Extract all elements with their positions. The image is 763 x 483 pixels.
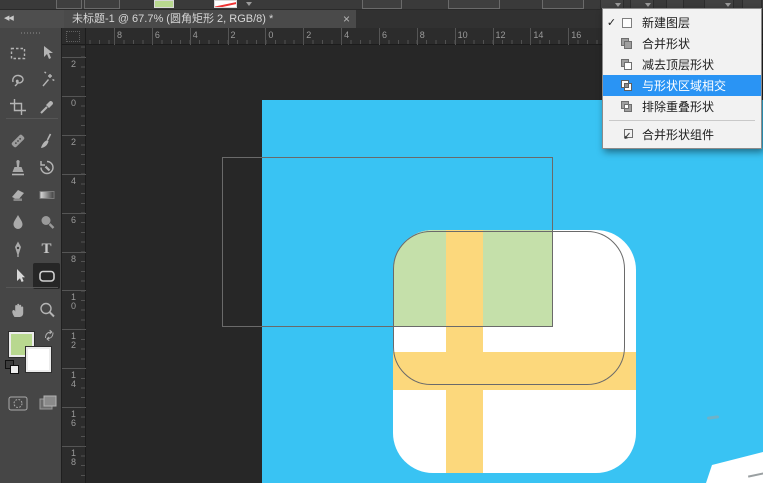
zoom-tool[interactable] [33, 297, 60, 323]
rectangle-path-outline [222, 157, 553, 327]
swap-colors-icon[interactable] [43, 329, 56, 347]
menu-item-combine-shapes[interactable]: 合并形状 [603, 33, 761, 54]
dodge-tool[interactable] [33, 209, 60, 235]
exclude-overlapping-shapes-icon [620, 99, 635, 114]
hand-tool[interactable] [4, 297, 31, 323]
gradient-tool[interactable] [33, 182, 60, 208]
brush-tool[interactable] [33, 128, 60, 154]
menu-separator [609, 120, 755, 121]
clone-stamp-tool[interactable] [4, 155, 31, 181]
menu-item-label: 合并形状组件 [642, 126, 714, 143]
new-layer-icon [620, 15, 635, 30]
path-operations-menu: ✓ 新建图层 合并形状 减去顶层形状 与形状区域相交 排除重叠形状 [602, 8, 762, 149]
default-colors-icon[interactable] [5, 360, 21, 376]
ruler-origin-corner[interactable] [62, 28, 86, 45]
intersect-shape-areas-icon [620, 78, 635, 93]
shape-fill-swatch[interactable] [154, 0, 174, 8]
stroke-width-box[interactable] [362, 0, 402, 9]
document-tab[interactable]: 未标题-1 @ 67.7% (圆角矩形 2, RGB/8) * × [64, 10, 356, 28]
combine-shapes-icon [620, 36, 635, 51]
lasso-tool[interactable] [4, 67, 31, 93]
menu-item-subtract-front-shape[interactable]: 减去顶层形状 [603, 54, 761, 75]
subtract-front-shape-icon [620, 57, 635, 72]
menu-item-label: 新建图层 [642, 14, 690, 31]
eyedropper-tool[interactable] [33, 94, 60, 120]
document-tab-title: 未标题-1 @ 67.7% (圆角矩形 2, RGB/8) * [72, 13, 273, 25]
width-field-box[interactable] [448, 0, 500, 9]
eraser-tool[interactable] [4, 182, 31, 208]
collapse-panels-button[interactable]: ◀◀ [0, 10, 64, 28]
shape-stroke-swatch[interactable] [214, 0, 237, 8]
pen-tool[interactable] [4, 236, 31, 262]
panel-grip-icon[interactable] [21, 32, 41, 34]
color-widget [0, 328, 62, 388]
menu-item-label: 合并形状 [642, 35, 690, 52]
rounded-rectangle-tool[interactable] [33, 263, 60, 289]
menu-item-label: 与形状区域相交 [642, 77, 726, 94]
tool-group-separator [6, 118, 58, 119]
type-tool-glyph: T [41, 241, 51, 258]
ruler-vertical[interactable]: 2024681012141618 [62, 45, 86, 483]
rectangular-marquee-tool[interactable] [4, 40, 31, 66]
history-brush-tool[interactable] [33, 155, 60, 181]
crop-tool[interactable] [4, 94, 31, 120]
type-tool[interactable]: T [33, 236, 60, 262]
spot-healing-brush-tool[interactable] [4, 128, 31, 154]
photoshop-window: ◀◀ 未标题-1 @ 67.7% (圆角矩形 2, RGB/8) * × 864… [0, 0, 763, 483]
stroke-options-arrow-icon[interactable] [246, 2, 252, 6]
merge-shape-components-icon [620, 127, 635, 142]
quick-mask-button[interactable] [6, 394, 30, 412]
menu-item-intersect-shape-areas[interactable]: 与形状区域相交 [603, 75, 761, 96]
tools-panel: T [0, 28, 62, 483]
magic-wand-tool[interactable] [33, 67, 60, 93]
path-selection-tool[interactable] [4, 263, 31, 289]
menu-item-label: 减去顶层形状 [642, 56, 714, 73]
screen-mode-button[interactable] [36, 394, 60, 412]
checkmark-icon: ✓ [603, 16, 620, 29]
blur-tool[interactable] [4, 209, 31, 235]
menu-item-merge-shape-components[interactable]: 合并形状组件 [603, 124, 761, 145]
menu-item-new-layer[interactable]: ✓ 新建图层 [603, 12, 761, 33]
menu-item-exclude-overlapping-shapes[interactable]: 排除重叠形状 [603, 96, 761, 117]
background-color-swatch[interactable] [26, 347, 51, 372]
tab-close-icon[interactable]: × [343, 10, 350, 28]
height-field-box[interactable] [542, 0, 584, 9]
tool-preset-box[interactable] [56, 0, 82, 9]
shape-mode-box[interactable] [84, 0, 120, 9]
menu-item-label: 排除重叠形状 [642, 98, 714, 115]
tool-group-separator [6, 287, 58, 288]
move-tool[interactable] [33, 40, 60, 66]
